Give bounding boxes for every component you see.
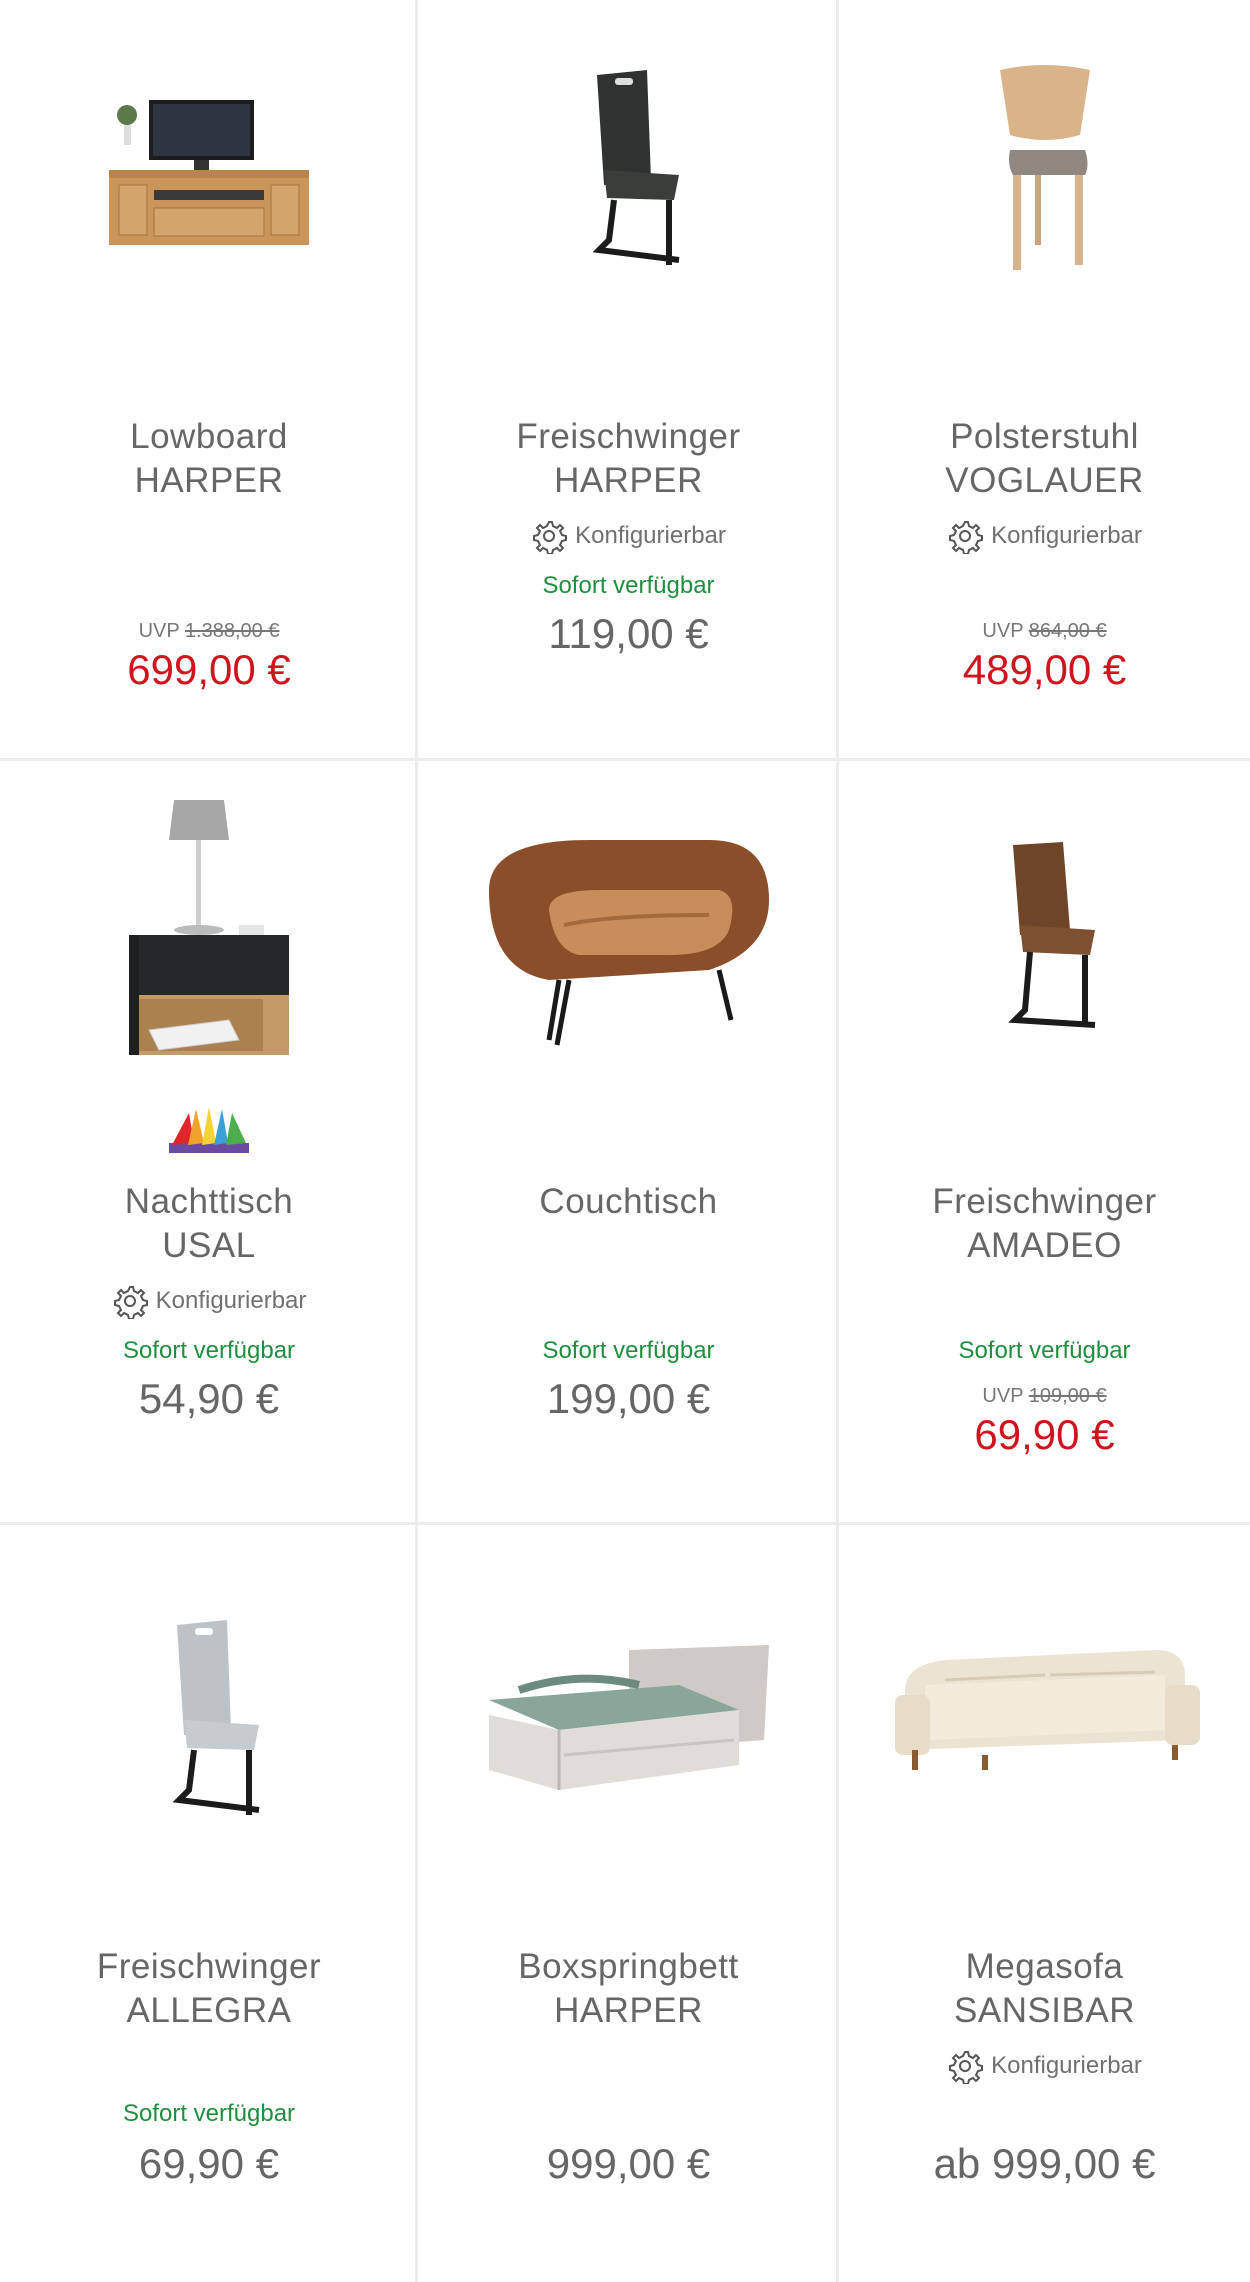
product-tile-freischwinger-allegra[interactable]: Freischwinger ALLEGRA Sofort verfügbar 6…: [0, 1525, 418, 2282]
uvp-price: UVP 1.388,00 €: [138, 620, 280, 642]
product-tile-boxspringbett-harper[interactable]: Boxspringbett HARPER 999,00 €: [418, 1525, 839, 2282]
product-name[interactable]: Couchtisch: [418, 1180, 839, 1224]
product-image[interactable]: [839, 40, 1250, 340]
sale-price: 69,90 €: [974, 1411, 1115, 1458]
product-image[interactable]: [418, 820, 839, 1120]
product-tile-couchtisch[interactable]: Couchtisch Sofort verfügbar 199,00 €: [418, 761, 839, 1525]
chair-icon: [592, 70, 679, 265]
product-image[interactable]: [839, 1590, 1250, 1890]
price: ab 999,00 €: [933, 2140, 1156, 2187]
product-image[interactable]: [0, 40, 418, 340]
gear-icon: [949, 521, 984, 554]
availability-label: Sofort verfügbar: [958, 1337, 1131, 1364]
color-fan-icon: [169, 1107, 249, 1153]
product-name[interactable]: Nachttisch USAL: [0, 1180, 418, 1268]
gear-icon: [533, 521, 568, 554]
product-image[interactable]: [418, 1590, 839, 1890]
product-image[interactable]: [0, 795, 418, 1095]
availability-label: Sofort verfügbar: [122, 1337, 296, 1364]
chair-icon: [1007, 842, 1095, 1028]
product-name[interactable]: Lowboard HARPER: [0, 415, 418, 503]
color-swatch: [0, 1105, 418, 1155]
chair-icon: [999, 65, 1090, 270]
gear-icon: [949, 2051, 984, 2084]
lowboard-icon: [109, 100, 309, 245]
price: 999,00 €: [546, 2140, 711, 2187]
product-tile-lowboard-harper[interactable]: Lowboard HARPER UVP 1.388,00 € 699,00 €: [0, 0, 418, 761]
sale-price: 699,00 €: [127, 646, 291, 693]
nightstand-icon: [129, 800, 289, 1055]
configurable-badge: Konfigurierbar: [839, 518, 1250, 554]
uvp-price: UVP 109,00 €: [982, 1385, 1107, 1407]
sofa-icon: [894, 1650, 1200, 1770]
chair-icon: [172, 1620, 260, 1815]
uvp-price: UVP 864,00 €: [982, 620, 1107, 642]
product-name[interactable]: Megasofa SANSIBAR: [839, 1945, 1250, 2033]
gear-icon: [113, 1286, 148, 1319]
product-tile-polsterstuhl-voglauer[interactable]: Polsterstuhl VOGLAUER Konfigurierbar UVP…: [839, 0, 1250, 761]
availability-label: Sofort verfügbar: [122, 2100, 296, 2127]
product-grid: Lowboard HARPER UVP 1.388,00 € 699,00 € …: [0, 0, 1250, 2282]
configurable-badge: Konfigurierbar: [0, 1283, 418, 1319]
availability-label: Sofort verfügbar: [542, 1337, 715, 1364]
product-name[interactable]: Boxspringbett HARPER: [418, 1945, 839, 2033]
bed-icon: [488, 1645, 769, 1790]
price: 69,90 €: [138, 2140, 280, 2187]
product-name[interactable]: Freischwinger HARPER: [418, 415, 839, 503]
availability-label: Sofort verfügbar: [542, 572, 715, 599]
coffee-table-icon: [488, 840, 769, 1046]
product-name[interactable]: Polsterstuhl VOGLAUER: [839, 415, 1250, 503]
configurable-badge: Konfigurierbar: [418, 518, 839, 554]
product-tile-freischwinger-harper[interactable]: Freischwinger HARPER Konfigurierbar Sofo…: [418, 0, 839, 761]
price: 54,90 €: [138, 1375, 280, 1422]
product-image[interactable]: [839, 830, 1250, 1130]
product-name[interactable]: Freischwinger AMADEO: [839, 1180, 1250, 1268]
configurable-badge: Konfigurierbar: [839, 2048, 1250, 2084]
product-tile-nachttisch-usal[interactable]: Nachttisch USAL Konfigurierbar Sofort ve…: [0, 761, 418, 1525]
product-tile-megasofa-sansibar[interactable]: Megasofa SANSIBAR Konfigurierbar ab 999,…: [839, 1525, 1250, 2282]
price: 199,00 €: [546, 1375, 711, 1422]
product-image[interactable]: [0, 1590, 418, 1890]
product-name[interactable]: Freischwinger ALLEGRA: [0, 1945, 418, 2033]
product-tile-freischwinger-amadeo[interactable]: Freischwinger AMADEO Sofort verfügbar UV…: [839, 761, 1250, 1525]
sale-price: 489,00 €: [962, 646, 1127, 693]
price: 119,00 €: [548, 610, 709, 657]
product-image[interactable]: [418, 40, 839, 340]
